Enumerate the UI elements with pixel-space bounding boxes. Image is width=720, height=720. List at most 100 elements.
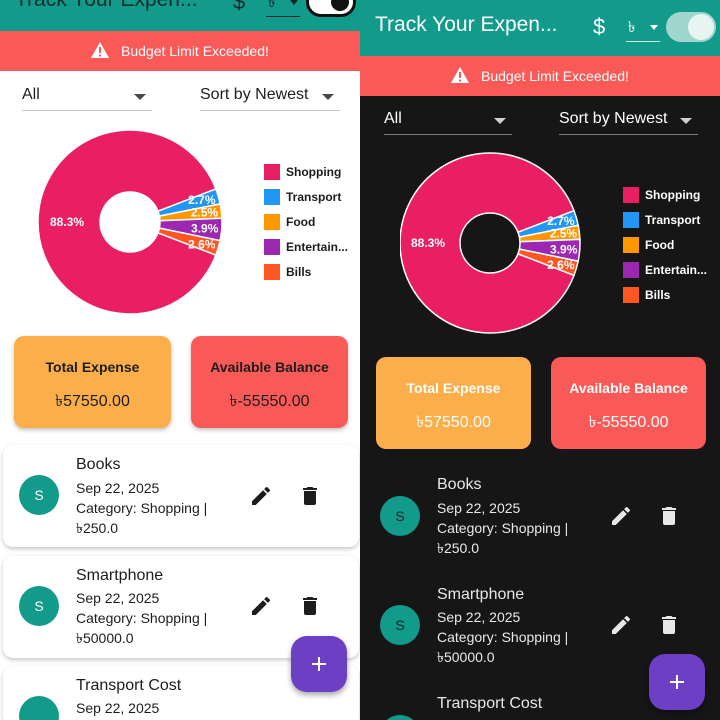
legend-swatch xyxy=(623,287,639,303)
available-balance-value: ৳-55550.00 xyxy=(229,393,310,410)
expense-name: Transport Cost xyxy=(437,695,543,712)
expense-name: Transport Cost xyxy=(76,677,182,694)
add-expense-button[interactable] xyxy=(291,636,347,692)
legend-label: Entertain... xyxy=(286,240,349,254)
warning-icon xyxy=(451,67,469,83)
expense-amount: ৳50000.0 xyxy=(76,630,134,646)
legend-swatch xyxy=(264,164,280,180)
toggle-knob xyxy=(331,0,349,11)
legend-swatch xyxy=(264,189,280,205)
pencil-icon[interactable] xyxy=(249,484,273,508)
app-bar: Track Your Expen... $ ৳ xyxy=(360,0,720,56)
expense-date: Sep 22, 2025 xyxy=(76,590,160,606)
legend-label: Food xyxy=(286,215,316,229)
currency-dollar-button[interactable]: $ xyxy=(233,0,245,15)
add-expense-button[interactable] xyxy=(649,654,705,710)
expense-category: Category: Shopping | xyxy=(437,629,569,645)
expense-date: Sep 22, 2025 xyxy=(76,700,160,716)
chevron-down-icon xyxy=(134,94,146,100)
warning-icon xyxy=(91,42,109,58)
legend-swatch xyxy=(264,264,280,280)
avatar: S xyxy=(380,605,420,645)
budget-warning-banner: Budget Limit Exceeded! xyxy=(0,31,360,71)
category-filter-dropdown[interactable]: All xyxy=(384,105,512,135)
legend-label: Shopping xyxy=(286,165,342,179)
expense-pie-chart: 88.3%2.7%2.5%3.9%2.6% xyxy=(38,130,223,315)
banner-text: Budget Limit Exceeded! xyxy=(481,68,629,84)
app-title: Track Your Expen... xyxy=(375,13,558,36)
expense-name: Books xyxy=(76,456,121,473)
expense-name: Smartphone xyxy=(437,586,525,603)
category-filter-dropdown[interactable]: All xyxy=(22,81,152,111)
expense-list-item[interactable]: S Books Sep 22, 2025 Category: Shopping … xyxy=(3,445,359,547)
expense-date: Sep 22, 2025 xyxy=(437,609,521,625)
legend-label: Entertain... xyxy=(645,263,708,277)
total-expense-label: Total Expense xyxy=(45,359,140,375)
expense-list-item[interactable]: S Books Sep 22, 2025 Category: Shopping … xyxy=(364,466,720,568)
sort-dropdown[interactable]: Sort by Newest xyxy=(200,81,340,111)
currency-dropdown[interactable]: ৳ xyxy=(266,0,300,17)
banner-text: Budget Limit Exceeded! xyxy=(121,43,269,59)
legend-swatch xyxy=(623,212,639,228)
chevron-down-icon xyxy=(680,118,692,124)
legend-label: Bills xyxy=(286,265,312,279)
total-expense-label: Total Expense xyxy=(406,380,501,396)
currency-dollar-button[interactable]: $ xyxy=(593,14,605,40)
theme-toggle[interactable] xyxy=(666,12,716,42)
trash-icon[interactable] xyxy=(298,594,322,618)
pie-label-entertainment: 3.9% xyxy=(191,221,219,235)
budget-warning-banner: Budget Limit Exceeded! xyxy=(360,56,720,96)
expense-name: Books xyxy=(437,476,482,493)
sort-dropdown[interactable]: Sort by Newest xyxy=(559,105,698,135)
expense-date: Sep 22, 2025 xyxy=(76,480,160,496)
category-filter-label: All xyxy=(384,110,402,127)
theme-toggle[interactable] xyxy=(306,0,356,17)
expense-pie-chart: 88.3%2.7%2.5%3.9%2.6% xyxy=(400,152,581,334)
legend-swatch xyxy=(623,187,639,203)
currency-dropdown[interactable]: ৳ xyxy=(626,14,660,42)
plus-icon-stroke xyxy=(318,657,320,671)
legend-label: Bills xyxy=(645,288,671,302)
available-balance-label: Available Balance xyxy=(569,380,688,396)
expense-amount: ৳250.0 xyxy=(437,540,480,556)
pie-label-shopping: 88.3% xyxy=(411,236,445,250)
expense-category: Category: Shopping | xyxy=(76,610,208,626)
available-balance-label: Available Balance xyxy=(210,359,329,375)
available-balance-value: ৳-55550.00 xyxy=(588,414,669,431)
avatar xyxy=(19,696,59,720)
legend-label: Transport xyxy=(286,190,342,204)
expense-name: Smartphone xyxy=(76,567,164,584)
total-expense-card: Total Expense ৳57550.00 xyxy=(376,357,531,449)
pie-label-food: 2.5% xyxy=(550,227,578,241)
toggle-knob xyxy=(688,14,714,40)
currency-selected-label: ৳ xyxy=(628,19,636,36)
sort-label: Sort by Newest xyxy=(559,110,668,127)
total-expense-card: Total Expense ৳57550.00 xyxy=(14,336,171,428)
pie-label-shopping: 88.3% xyxy=(50,215,84,229)
category-filter-label: All xyxy=(22,86,40,103)
expense-amount: ৳250.0 xyxy=(76,520,119,536)
available-balance-card: Available Balance ৳-55550.00 xyxy=(191,336,348,428)
total-expense-value: ৳57550.00 xyxy=(55,393,130,410)
light-theme-screen: Track Your Expen... $ ৳ Budget Limit Exc… xyxy=(0,0,360,720)
pencil-icon[interactable] xyxy=(609,613,633,637)
total-expense-value: ৳57550.00 xyxy=(416,414,491,431)
pencil-icon[interactable] xyxy=(249,594,273,618)
trash-icon[interactable] xyxy=(298,484,322,508)
avatar: S xyxy=(19,586,59,626)
chevron-down-icon xyxy=(650,25,658,30)
pie-label-bills: 2.6% xyxy=(547,258,575,272)
legend-label: Food xyxy=(645,238,675,252)
trash-icon[interactable] xyxy=(657,613,681,637)
pencil-icon[interactable] xyxy=(609,504,633,528)
legend-swatch xyxy=(623,237,639,253)
trash-icon[interactable] xyxy=(657,504,681,528)
chevron-down-icon xyxy=(494,118,506,124)
avatar xyxy=(380,715,420,720)
expense-date: Sep 22, 2025 xyxy=(437,500,521,516)
legend-swatch xyxy=(264,239,280,255)
pie-label-bills: 2.6% xyxy=(188,237,216,251)
legend-label: Shopping xyxy=(645,188,701,202)
pie-label-food: 2.5% xyxy=(191,206,219,220)
app-title: Track Your Expen... xyxy=(15,0,198,12)
